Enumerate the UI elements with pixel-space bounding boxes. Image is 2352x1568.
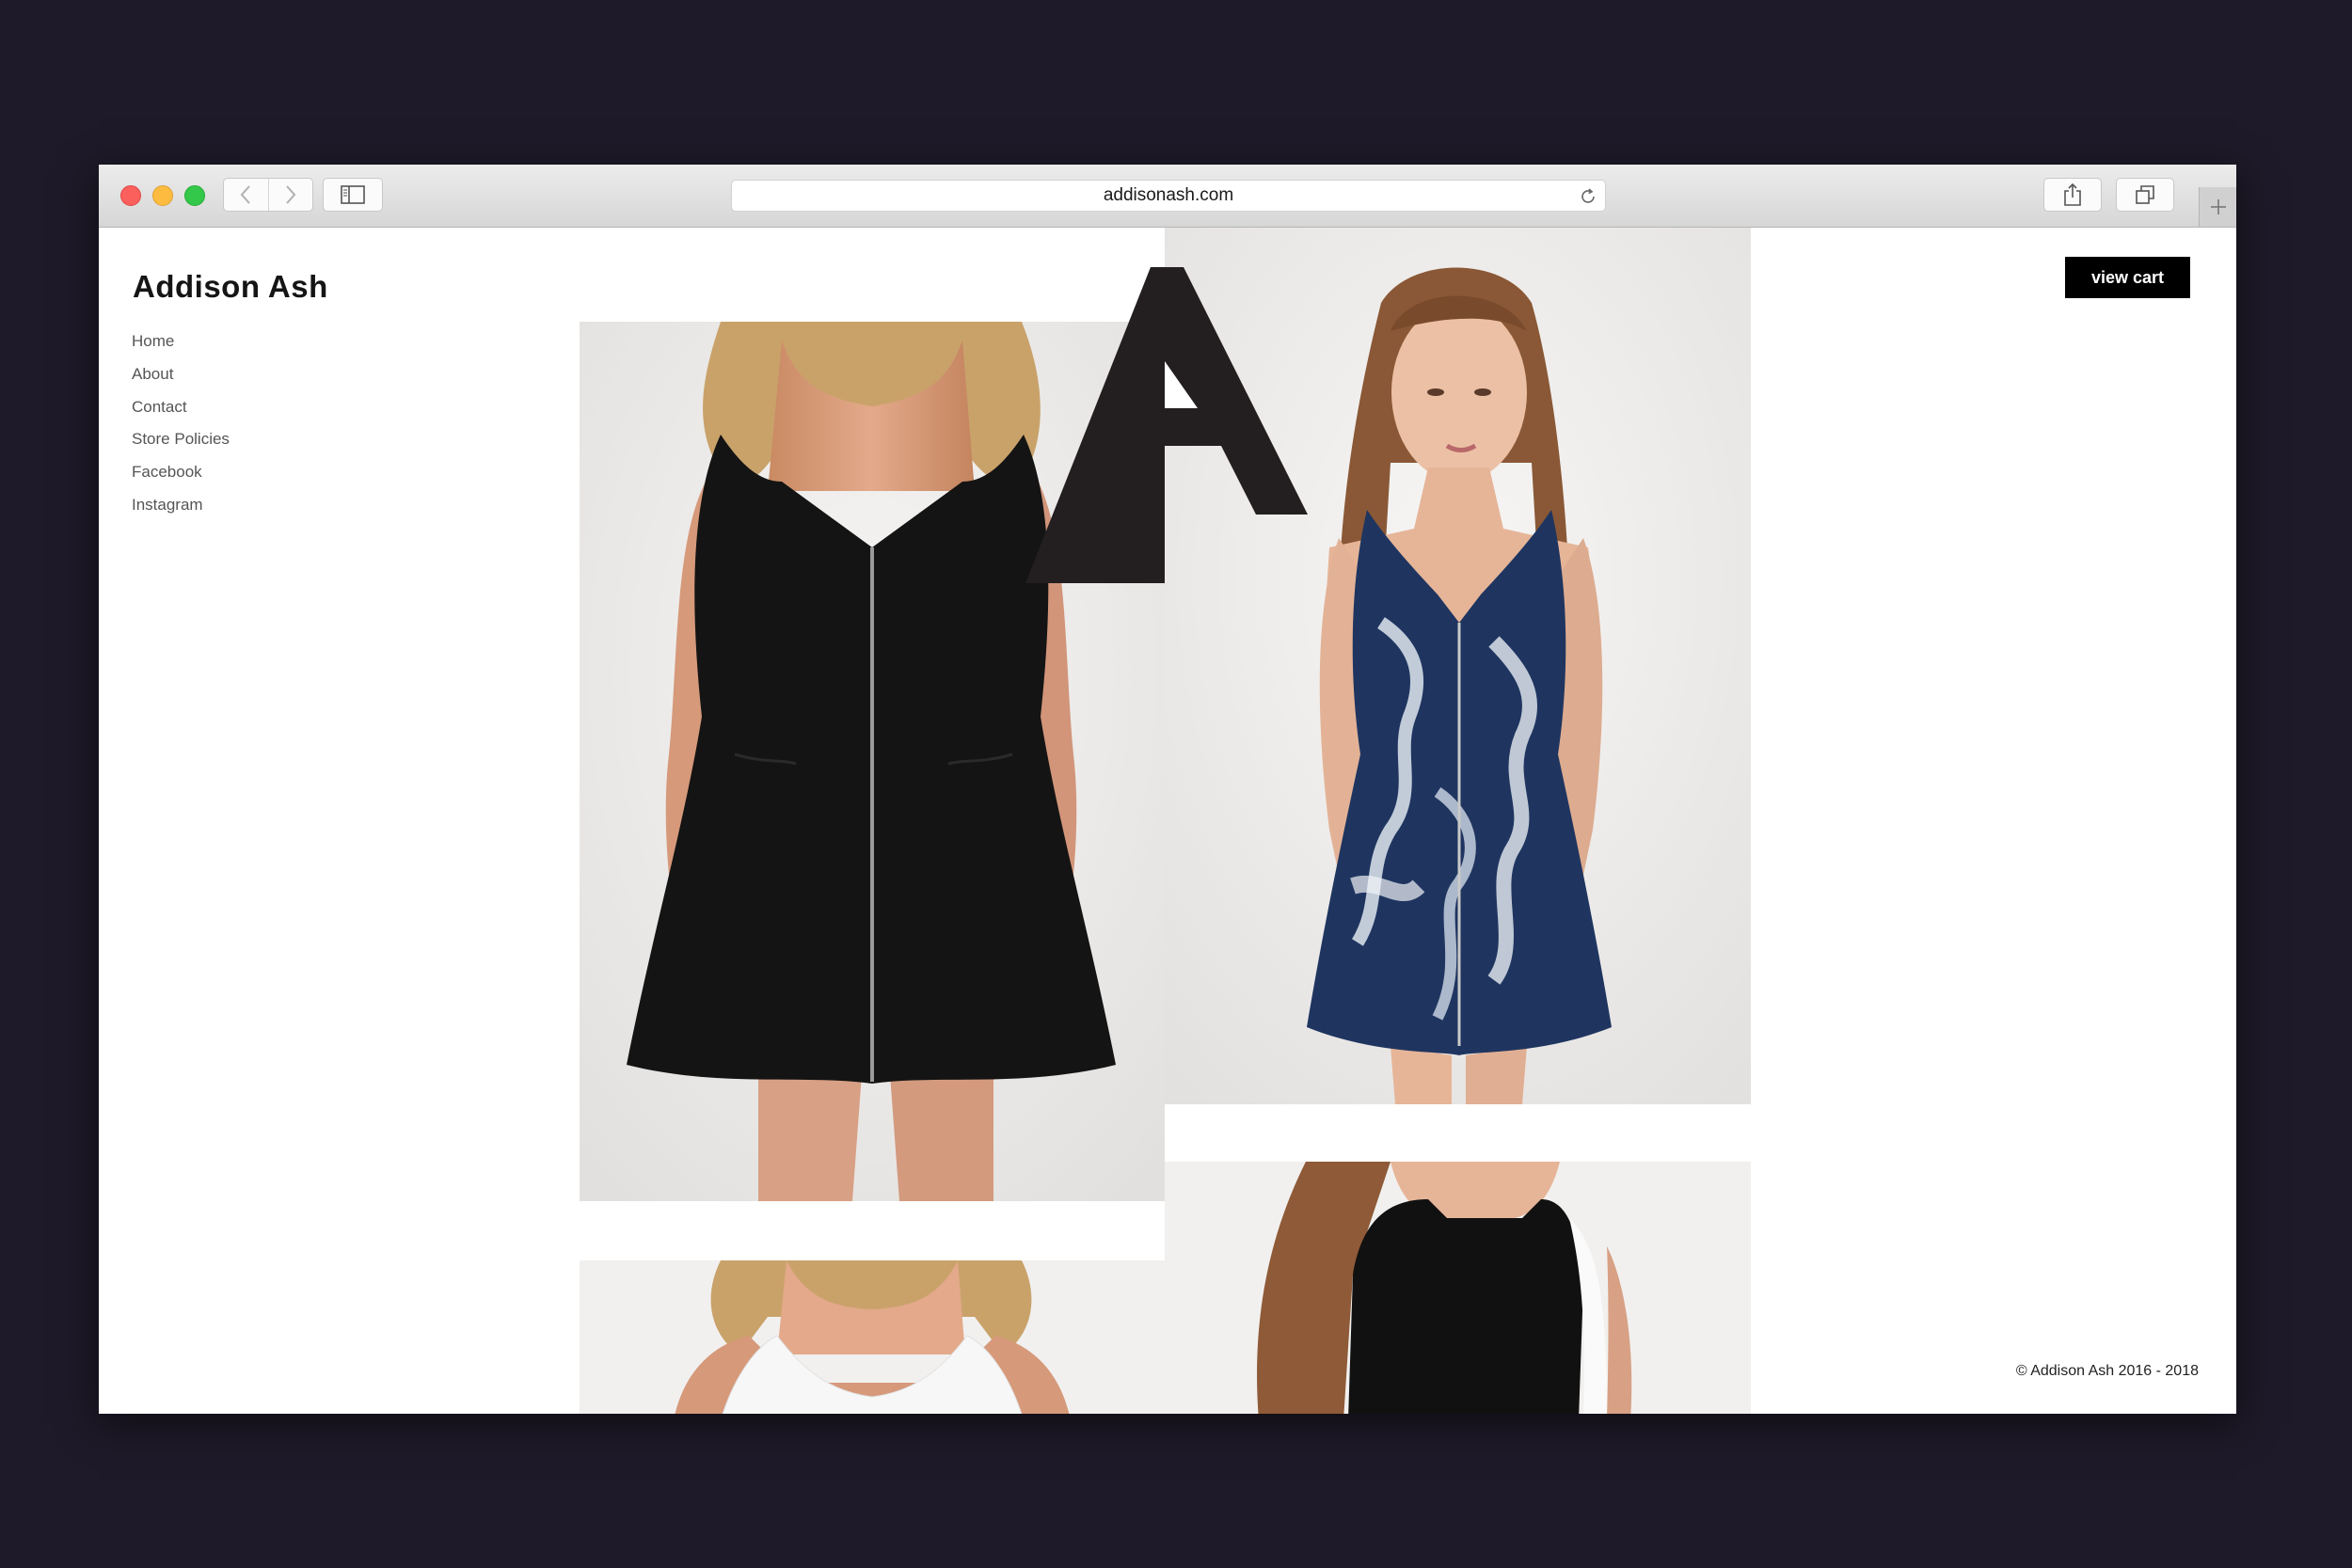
nav-link-instagram[interactable]: Instagram	[132, 489, 230, 522]
chevron-right-icon	[286, 185, 296, 204]
nav-link-home[interactable]: Home	[132, 325, 230, 358]
site-brand[interactable]: Addison Ash	[133, 269, 328, 305]
gallery-image-white-top[interactable]	[580, 1260, 1165, 1414]
history-nav-buttons	[223, 178, 313, 212]
sidebar-icon	[341, 185, 365, 204]
copyright-text: © Addison Ash 2016 - 2018	[2015, 1363, 2199, 1379]
close-window-button[interactable]	[120, 185, 141, 206]
back-button[interactable]	[224, 179, 268, 211]
forward-button[interactable]	[267, 179, 313, 211]
url-text: addisonash.com	[1103, 185, 1234, 205]
site-nav: Home About Contact Store Policies Facebo…	[132, 325, 230, 522]
minimize-window-button[interactable]	[152, 185, 173, 206]
share-button[interactable]	[2043, 178, 2102, 212]
nav-link-facebook[interactable]: Facebook	[132, 456, 230, 489]
web-page: Addison Ash Home About Contact Store Pol…	[99, 228, 2236, 1414]
nav-link-about[interactable]: About	[132, 358, 230, 391]
tab-overview-button[interactable]	[2116, 178, 2174, 212]
browser-toolbar: addisonash.com	[99, 165, 2236, 228]
view-cart-button[interactable]: view cart	[2065, 257, 2190, 298]
zoom-window-button[interactable]	[184, 185, 205, 206]
tabs-overview-icon	[2136, 185, 2154, 204]
new-tab-button[interactable]	[2199, 187, 2236, 227]
share-icon	[2064, 182, 2081, 206]
gallery-image-black-white-dress[interactable]	[1165, 1162, 1751, 1414]
nav-link-contact[interactable]: Contact	[132, 391, 230, 424]
brand-a-logo-icon	[1025, 267, 1308, 583]
plus-icon	[2210, 199, 2226, 214]
reload-icon[interactable]	[1579, 187, 1597, 206]
nav-link-store-policies[interactable]: Store Policies	[132, 423, 230, 456]
chevron-left-icon	[240, 185, 250, 204]
address-bar[interactable]: addisonash.com	[731, 180, 1606, 212]
sidebar-toggle-button[interactable]	[323, 178, 383, 212]
browser-window: addisonash.com Addison Ash Home About Co…	[99, 165, 2236, 1414]
